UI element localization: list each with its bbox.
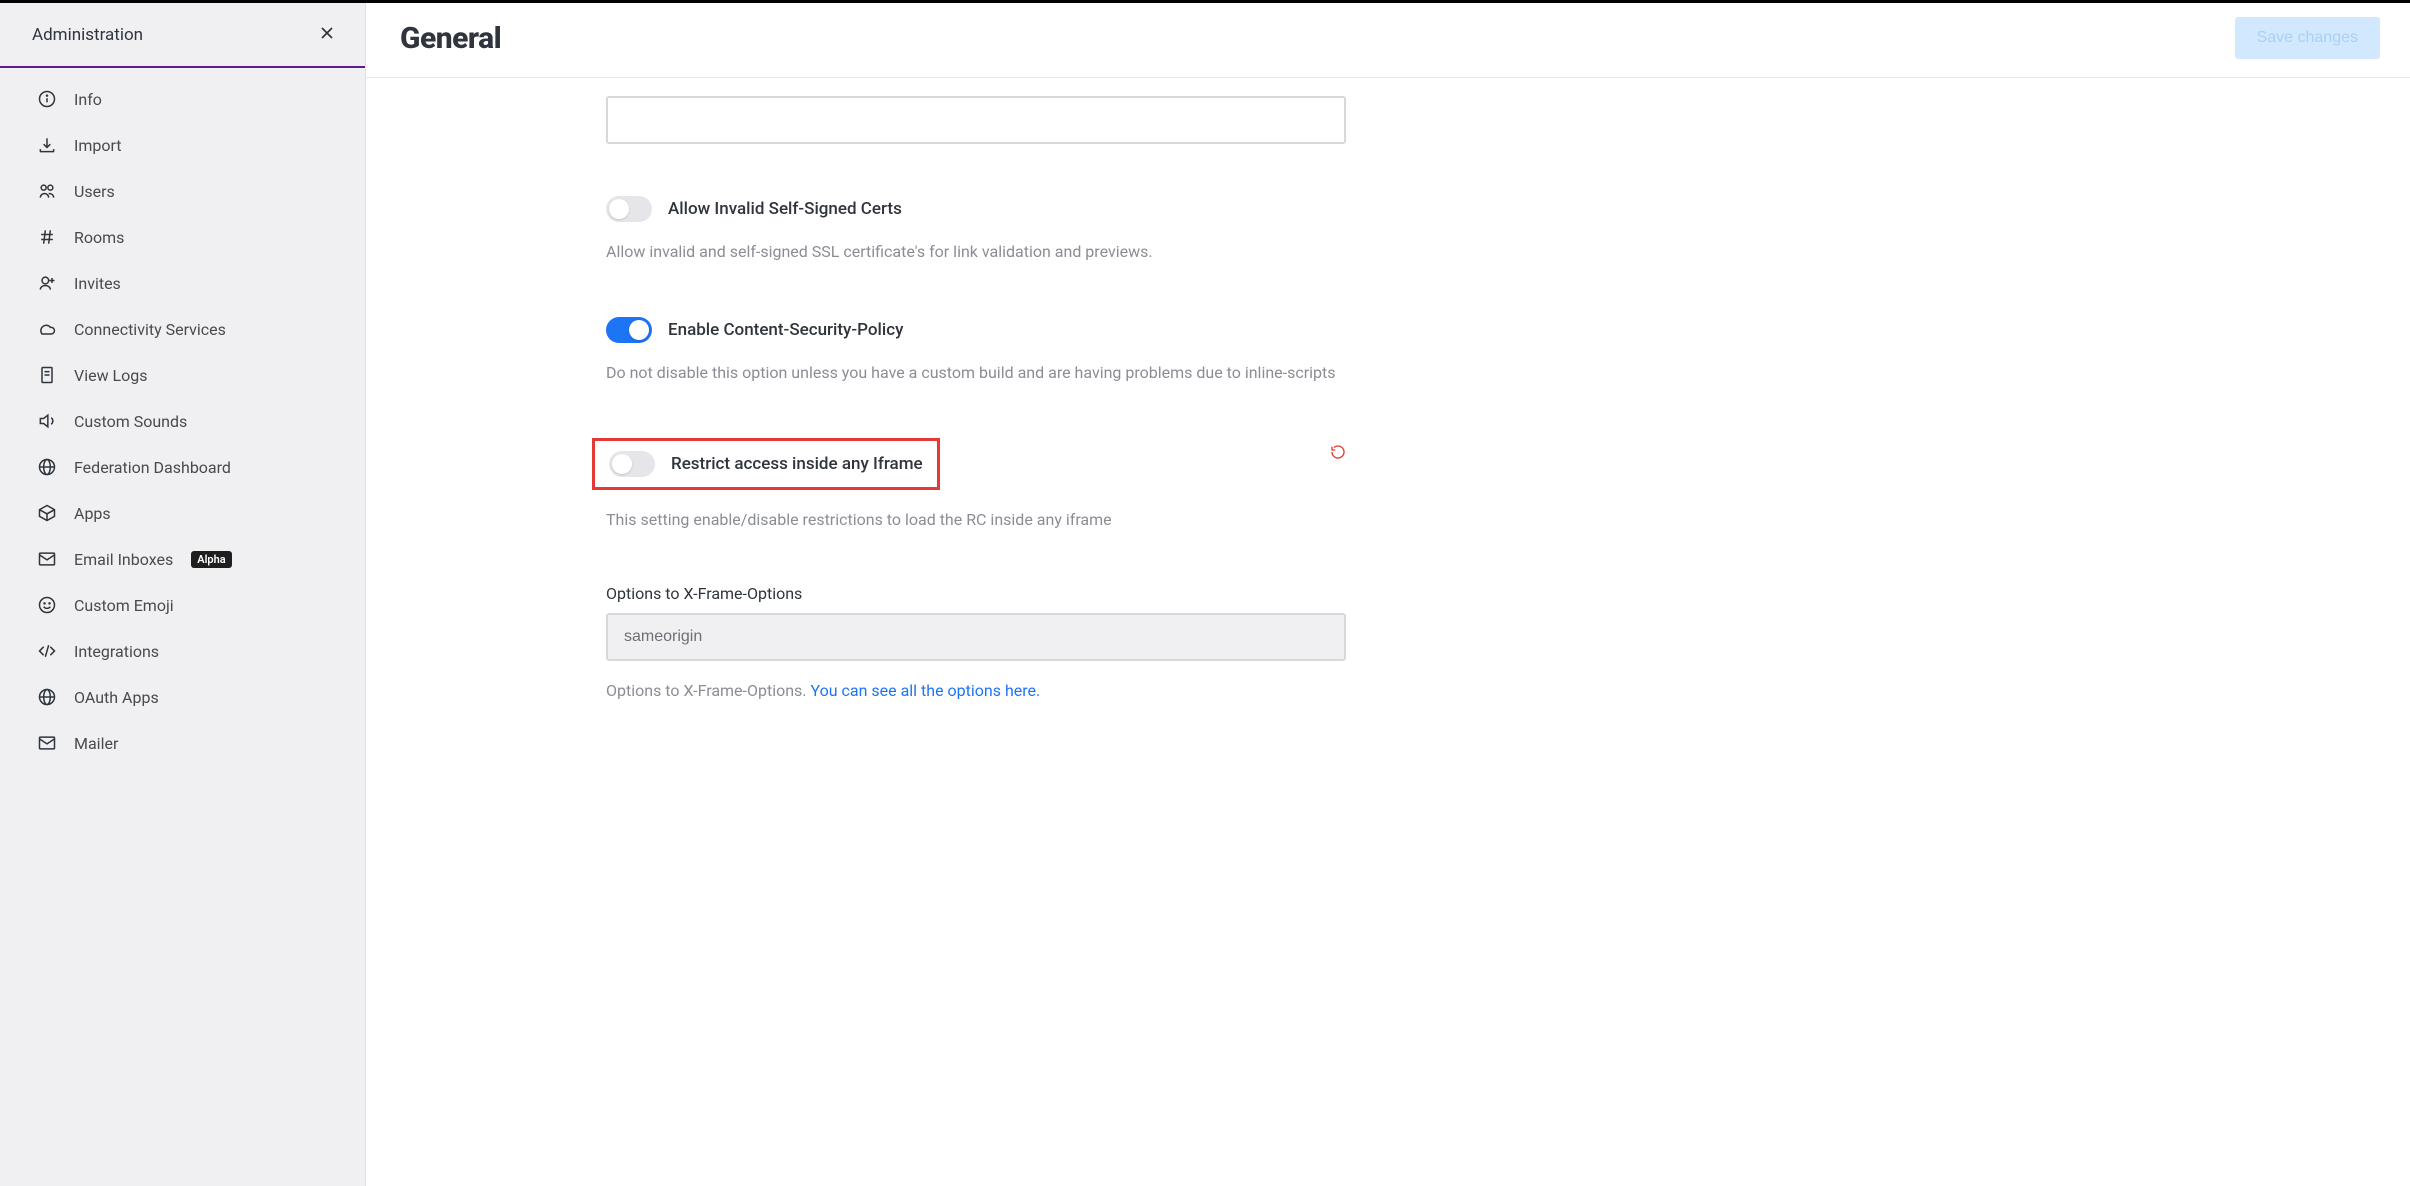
- setting-description: Do not disable this option unless you ha…: [606, 361, 1346, 386]
- close-button[interactable]: [311, 17, 343, 52]
- sidebar-item-label: OAuth Apps: [74, 688, 159, 707]
- sidebar-item-label: Custom Sounds: [74, 412, 187, 431]
- cube-icon: [36, 502, 58, 524]
- document-icon: [36, 364, 58, 386]
- save-changes-button[interactable]: Save changes: [2235, 17, 2380, 59]
- sidebar-item-label: Custom Emoji: [74, 596, 174, 615]
- code-icon: [36, 640, 58, 662]
- sidebar-item-label: Federation Dashboard: [74, 458, 231, 477]
- sidebar-item-logs[interactable]: View Logs: [0, 352, 365, 398]
- sidebar-list: Info Import Users Rooms Invites Connecti…: [0, 68, 365, 766]
- sidebar-item-label: Invites: [74, 274, 121, 293]
- sidebar-item-sounds[interactable]: Custom Sounds: [0, 398, 365, 444]
- main-header: General Save changes: [366, 3, 2410, 78]
- sidebar-item-label: Rooms: [74, 228, 124, 247]
- setting-description: Allow invalid and self-signed SSL certif…: [606, 240, 1346, 265]
- reset-icon[interactable]: [1330, 444, 1346, 464]
- sidebar-item-label: Integrations: [74, 642, 159, 661]
- sidebar-item-oauth[interactable]: OAuth Apps: [0, 674, 365, 720]
- setting-description: This setting enable/disable restrictions…: [606, 508, 1346, 533]
- app-root: Administration Info Import Users: [0, 0, 2410, 1186]
- mail-icon: [36, 548, 58, 570]
- settings-content: Allow Invalid Self-Signed Certs Allow in…: [366, 78, 2410, 1186]
- close-icon: [317, 31, 337, 46]
- sidebar-item-invites[interactable]: Invites: [0, 260, 365, 306]
- sidebar-item-info[interactable]: Info: [0, 76, 365, 122]
- sidebar-item-import[interactable]: Import: [0, 122, 365, 168]
- sidebar-item-label: Apps: [74, 504, 111, 523]
- setting-label: Options to X-Frame-Options: [606, 584, 1346, 603]
- invite-icon: [36, 272, 58, 294]
- info-icon: [36, 88, 58, 110]
- mail-icon: [36, 732, 58, 754]
- sidebar-item-label: Mailer: [74, 734, 118, 753]
- setting-label: Allow Invalid Self-Signed Certs: [668, 199, 902, 219]
- admin-sidebar: Administration Info Import Users: [0, 3, 366, 1186]
- cloud-icon: [36, 318, 58, 340]
- sidebar-item-label: Info: [74, 90, 102, 109]
- sound-icon: [36, 410, 58, 432]
- globe-icon: [36, 686, 58, 708]
- sidebar-item-label: View Logs: [74, 366, 148, 385]
- sidebar-item-label: Import: [74, 136, 122, 155]
- setting-xframe-options: Options to X-Frame-Options Options to X-…: [606, 584, 1346, 704]
- globe-icon: [36, 456, 58, 478]
- setting-label: Enable Content-Security-Policy: [668, 320, 903, 340]
- xframe-options-link[interactable]: You can see all the options here.: [810, 681, 1040, 700]
- sidebar-item-federation[interactable]: Federation Dashboard: [0, 444, 365, 490]
- setting-description: Options to X-Frame-Options. You can see …: [606, 679, 1346, 704]
- toggle-restrict-iframe[interactable]: [609, 451, 655, 477]
- emoji-icon: [36, 594, 58, 616]
- xframe-description-text: Options to X-Frame-Options.: [606, 681, 810, 700]
- sidebar-item-label: Email Inboxes: [74, 550, 173, 569]
- sidebar-item-connectivity[interactable]: Connectivity Services: [0, 306, 365, 352]
- setting-label: Restrict access inside any Iframe: [671, 454, 923, 474]
- sidebar-item-label: Connectivity Services: [74, 320, 226, 339]
- toggle-row: Enable Content-Security-Policy: [606, 317, 1346, 343]
- setting-allow-invalid-certs: Allow Invalid Self-Signed Certs Allow in…: [606, 196, 1346, 265]
- hash-icon: [36, 226, 58, 248]
- sidebar-item-emoji[interactable]: Custom Emoji: [0, 582, 365, 628]
- settings-column: Allow Invalid Self-Signed Certs Allow in…: [606, 96, 1346, 704]
- main-panel: General Save changes Allow Invalid Self-…: [366, 3, 2410, 1186]
- sidebar-item-email-inboxes[interactable]: Email Inboxes Alpha: [0, 536, 365, 582]
- sidebar-item-rooms[interactable]: Rooms: [0, 214, 365, 260]
- sidebar-item-mailer[interactable]: Mailer: [0, 720, 365, 766]
- sidebar-title: Administration: [32, 25, 143, 45]
- toggle-allow-invalid-certs[interactable]: [606, 196, 652, 222]
- xframe-options-input[interactable]: [606, 613, 1346, 661]
- sidebar-header: Administration: [0, 3, 365, 68]
- setting-restrict-iframe: Restrict access inside any Iframe This s…: [606, 438, 1346, 533]
- sidebar-item-users[interactable]: Users: [0, 168, 365, 214]
- highlight-box: Restrict access inside any Iframe: [592, 438, 940, 490]
- alpha-badge: Alpha: [191, 551, 231, 568]
- toggle-row: Allow Invalid Self-Signed Certs: [606, 196, 1346, 222]
- previous-setting-input[interactable]: [606, 96, 1346, 144]
- sidebar-item-integrations[interactable]: Integrations: [0, 628, 365, 674]
- setting-enable-csp: Enable Content-Security-Policy Do not di…: [606, 317, 1346, 386]
- users-icon: [36, 180, 58, 202]
- page-title: General: [400, 21, 501, 56]
- toggle-enable-csp[interactable]: [606, 317, 652, 343]
- import-icon: [36, 134, 58, 156]
- sidebar-item-apps[interactable]: Apps: [0, 490, 365, 536]
- sidebar-item-label: Users: [74, 182, 115, 201]
